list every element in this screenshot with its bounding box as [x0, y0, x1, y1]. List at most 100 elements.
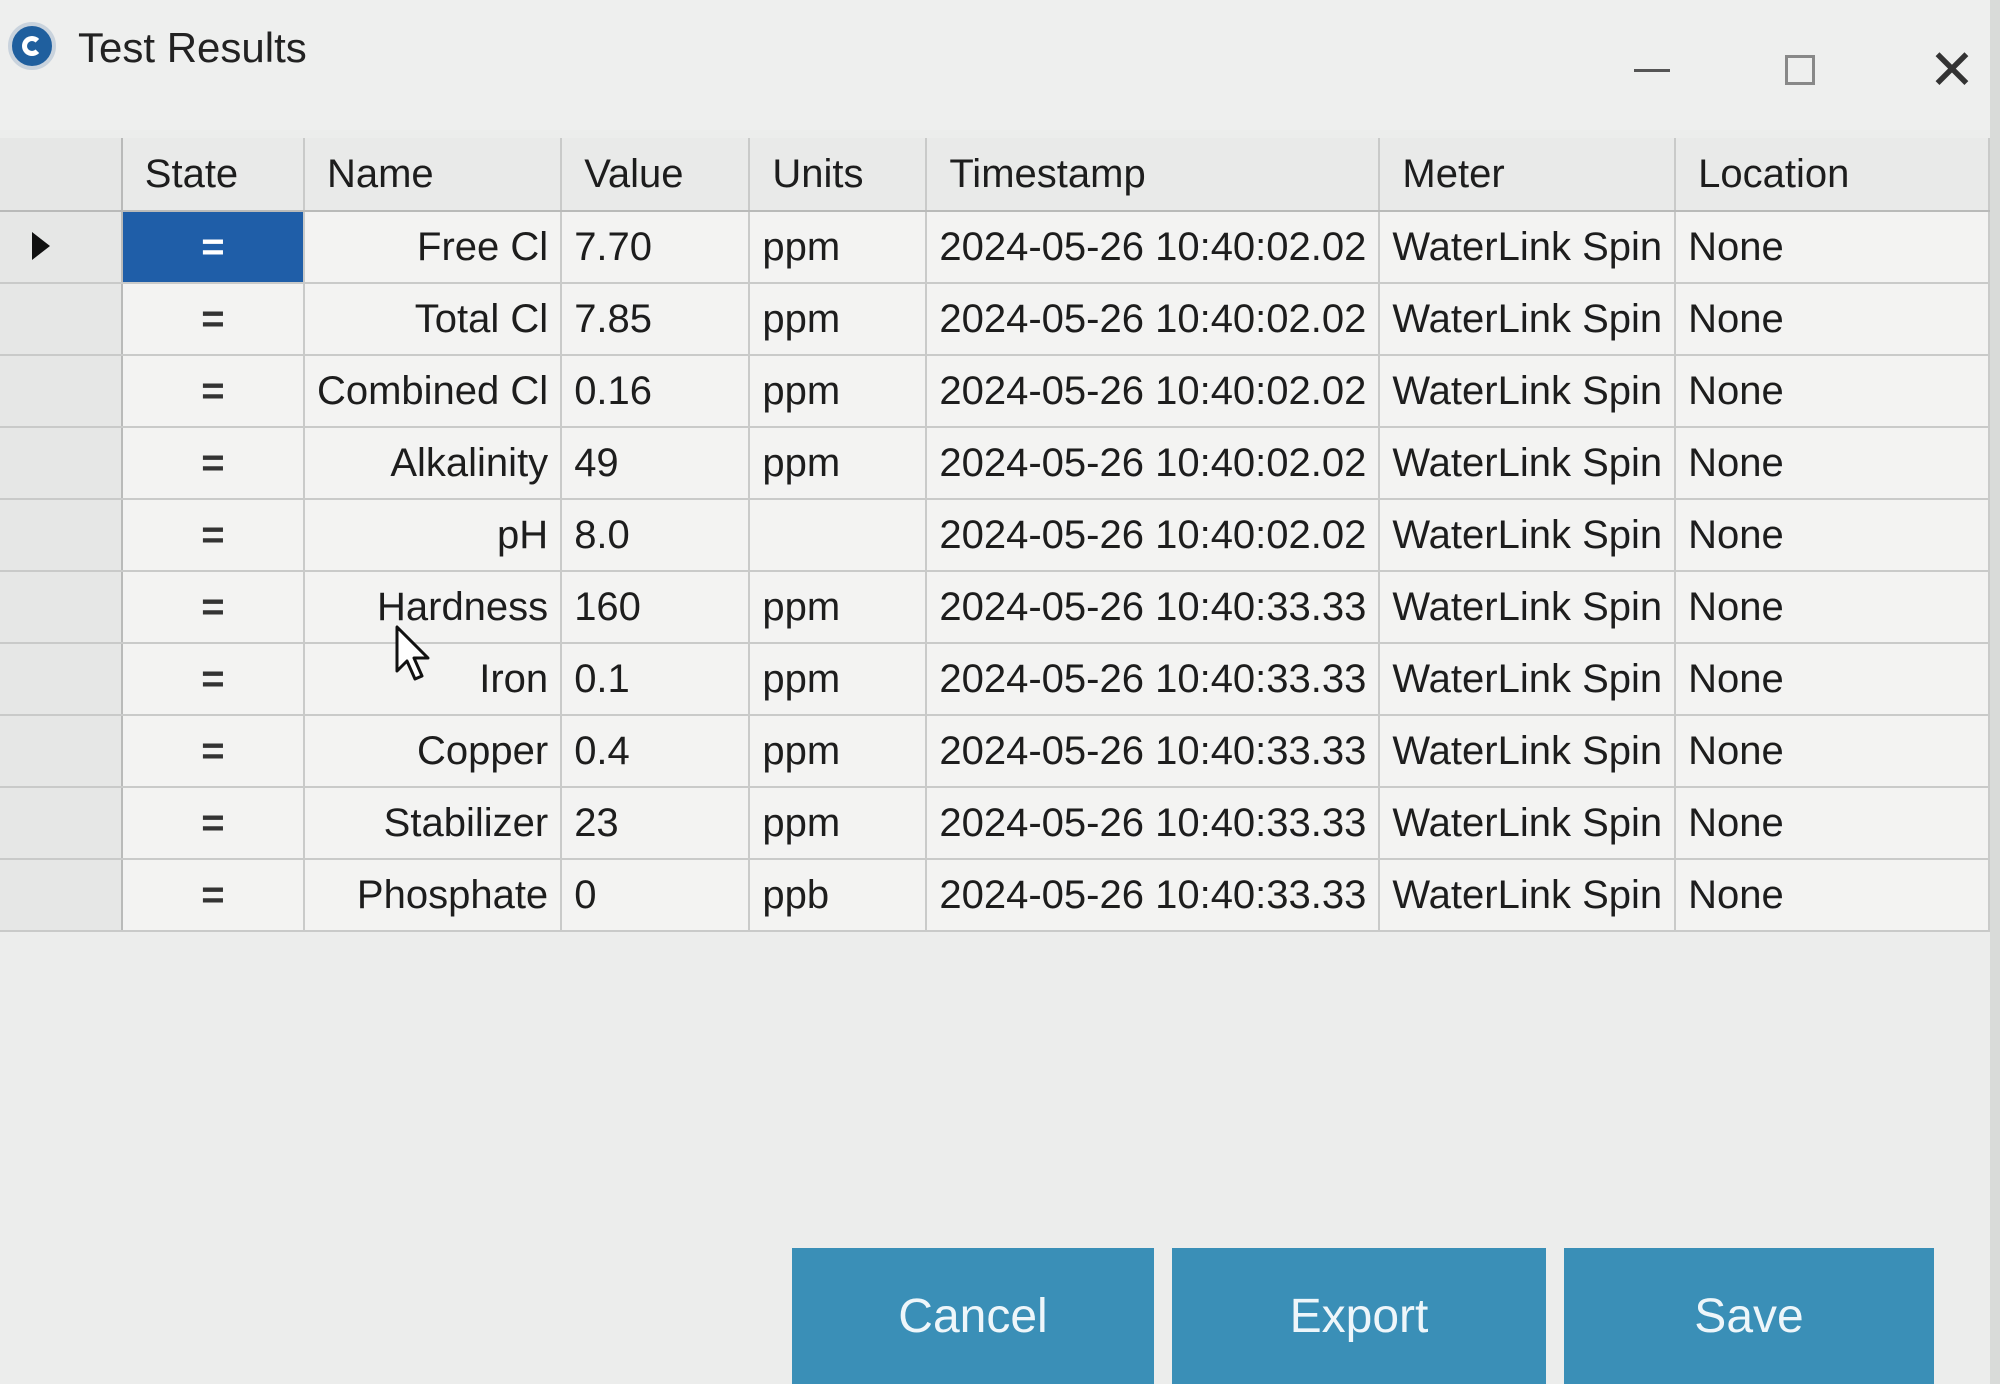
cell-units[interactable] — [749, 499, 928, 572]
row-header[interactable] — [0, 571, 123, 644]
cell-timestamp[interactable]: 2024-05-26 10:40:33.33 — [926, 859, 1381, 932]
cell-state[interactable]: = — [121, 355, 305, 428]
column-header-meter[interactable]: Meter — [1379, 138, 1677, 212]
cell-units[interactable]: ppb — [749, 859, 928, 932]
cell-name[interactable]: pH — [303, 499, 563, 572]
table-row[interactable]: = Combined Cl 0.16 ppm 2024-05-26 10:40:02.0… — [0, 355, 1990, 428]
row-header[interactable] — [0, 787, 123, 860]
cell-name[interactable]: Stabilizer — [303, 787, 563, 860]
cell-timestamp[interactable]: 2024-05-26 10:40:33.33 — [926, 787, 1381, 860]
column-header-value[interactable]: Value — [561, 138, 751, 212]
cell-units[interactable]: ppm — [749, 715, 928, 788]
table-row[interactable]: = Copper 0.4 ppm 2024-05-26 10:40:33.33 Water… — [0, 715, 1990, 788]
cell-state[interactable]: = — [121, 211, 305, 284]
cancel-button[interactable]: Cancel — [792, 1248, 1154, 1384]
cell-timestamp[interactable]: 2024-05-26 10:40:02.02 — [926, 499, 1381, 572]
cell-location[interactable]: None — [1675, 283, 1990, 356]
cell-name[interactable]: Phosphate — [303, 859, 563, 932]
column-header-units[interactable]: Units — [749, 138, 928, 212]
cell-value[interactable]: 160 — [561, 571, 751, 644]
results-grid-container[interactable]: State Name Value Units Timestamp Meter L… — [0, 138, 1990, 938]
cell-state[interactable]: = — [121, 643, 305, 716]
cell-location[interactable]: None — [1675, 787, 1990, 860]
close-button[interactable]: ✕ — [1912, 30, 1992, 110]
cell-value[interactable]: 0.16 — [561, 355, 751, 428]
cell-name[interactable]: Total Cl — [303, 283, 563, 356]
cell-value[interactable]: 8.0 — [561, 499, 751, 572]
cell-state[interactable]: = — [121, 787, 305, 860]
column-header-timestamp[interactable]: Timestamp — [926, 138, 1381, 212]
cell-value[interactable]: 0.1 — [561, 643, 751, 716]
cell-timestamp[interactable]: 2024-05-26 10:40:33.33 — [926, 715, 1381, 788]
table-row[interactable]: = Alkalinity 49 ppm 2024-05-26 10:40:02.02 Wa… — [0, 427, 1990, 500]
cell-location[interactable]: None — [1675, 643, 1990, 716]
cell-timestamp[interactable]: 2024-05-26 10:40:33.33 — [926, 643, 1381, 716]
export-button[interactable]: Export — [1172, 1248, 1546, 1384]
cell-units[interactable]: ppm — [749, 283, 928, 356]
table-row[interactable]: = Total Cl 7.85 ppm 2024-05-26 10:40:02.02 Wa… — [0, 283, 1990, 356]
cell-units[interactable]: ppm — [749, 355, 928, 428]
cell-value[interactable]: 0 — [561, 859, 751, 932]
cell-meter[interactable]: WaterLink Spin — [1379, 715, 1677, 788]
cell-value[interactable]: 49 — [561, 427, 751, 500]
row-header[interactable] — [0, 427, 123, 500]
cell-state[interactable]: = — [121, 283, 305, 356]
table-row[interactable]: = Hardness 160 ppm 2024-05-26 10:40:33.33 Wat… — [0, 571, 1990, 644]
cell-meter[interactable]: WaterLink Spin — [1379, 499, 1677, 572]
cell-units[interactable]: ppm — [749, 787, 928, 860]
table-row[interactable]: = Stabilizer 23 ppm 2024-05-26 10:40:33.33 Wa… — [0, 787, 1990, 860]
cell-state[interactable]: = — [121, 499, 305, 572]
row-header[interactable] — [0, 715, 123, 788]
column-header-state[interactable]: State — [121, 138, 305, 212]
row-header[interactable] — [0, 355, 123, 428]
table-row[interactable]: = Iron 0.1 ppm 2024-05-26 10:40:33.33 WaterLi… — [0, 643, 1990, 716]
minimize-button[interactable] — [1612, 30, 1692, 110]
title-bar[interactable]: Test Results ✕ — [0, 0, 1990, 130]
cell-meter[interactable]: WaterLink Spin — [1379, 643, 1677, 716]
cell-state[interactable]: = — [121, 427, 305, 500]
cell-value[interactable]: 7.85 — [561, 283, 751, 356]
cell-location[interactable]: None — [1675, 211, 1990, 284]
cell-units[interactable]: ppm — [749, 571, 928, 644]
cell-timestamp[interactable]: 2024-05-26 10:40:02.02 — [926, 211, 1381, 284]
cell-meter[interactable]: WaterLink Spin — [1379, 283, 1677, 356]
cell-meter[interactable]: WaterLink Spin — [1379, 859, 1677, 932]
cell-value[interactable]: 23 — [561, 787, 751, 860]
cell-value[interactable]: 7.70 — [561, 211, 751, 284]
cell-timestamp[interactable]: 2024-05-26 10:40:02.02 — [926, 355, 1381, 428]
cell-location[interactable]: None — [1675, 427, 1990, 500]
cell-timestamp[interactable]: 2024-05-26 10:40:02.02 — [926, 283, 1381, 356]
table-row[interactable]: = Free Cl 7.70 ppm 2024-05-26 10:40:02.02 Wat… — [0, 211, 1990, 284]
cell-name[interactable]: Alkalinity — [303, 427, 563, 500]
cell-state[interactable]: = — [121, 571, 305, 644]
row-header[interactable] — [0, 643, 123, 716]
cell-name[interactable]: Free Cl — [303, 211, 563, 284]
cell-location[interactable]: None — [1675, 571, 1990, 644]
cell-location[interactable]: None — [1675, 715, 1990, 788]
cell-meter[interactable]: WaterLink Spin — [1379, 571, 1677, 644]
results-grid[interactable]: State Name Value Units Timestamp Meter L… — [0, 138, 1990, 932]
cell-name[interactable]: Copper — [303, 715, 563, 788]
cell-state[interactable]: = — [121, 715, 305, 788]
cell-meter[interactable]: WaterLink Spin — [1379, 427, 1677, 500]
row-header[interactable] — [0, 859, 123, 932]
cell-units[interactable]: ppm — [749, 211, 928, 284]
cell-location[interactable]: None — [1675, 355, 1990, 428]
maximize-button[interactable] — [1760, 30, 1840, 110]
cell-timestamp[interactable]: 2024-05-26 10:40:33.33 — [926, 571, 1381, 644]
save-button[interactable]: Save — [1564, 1248, 1934, 1384]
row-header[interactable] — [0, 211, 123, 284]
cell-units[interactable]: ppm — [749, 643, 928, 716]
cell-timestamp[interactable]: 2024-05-26 10:40:02.02 — [926, 427, 1381, 500]
cell-meter[interactable]: WaterLink Spin — [1379, 355, 1677, 428]
cell-units[interactable]: ppm — [749, 427, 928, 500]
cell-meter[interactable]: WaterLink Spin — [1379, 211, 1677, 284]
row-header[interactable] — [0, 499, 123, 572]
cell-state[interactable]: = — [121, 859, 305, 932]
table-row[interactable]: = Phosphate 0 ppb 2024-05-26 10:40:33.33 Wate… — [0, 859, 1990, 932]
cell-name[interactable]: Combined Cl — [303, 355, 563, 428]
cell-value[interactable]: 0.4 — [561, 715, 751, 788]
column-header-name[interactable]: Name — [303, 138, 563, 212]
cell-meter[interactable]: WaterLink Spin — [1379, 787, 1677, 860]
row-header[interactable] — [0, 283, 123, 356]
